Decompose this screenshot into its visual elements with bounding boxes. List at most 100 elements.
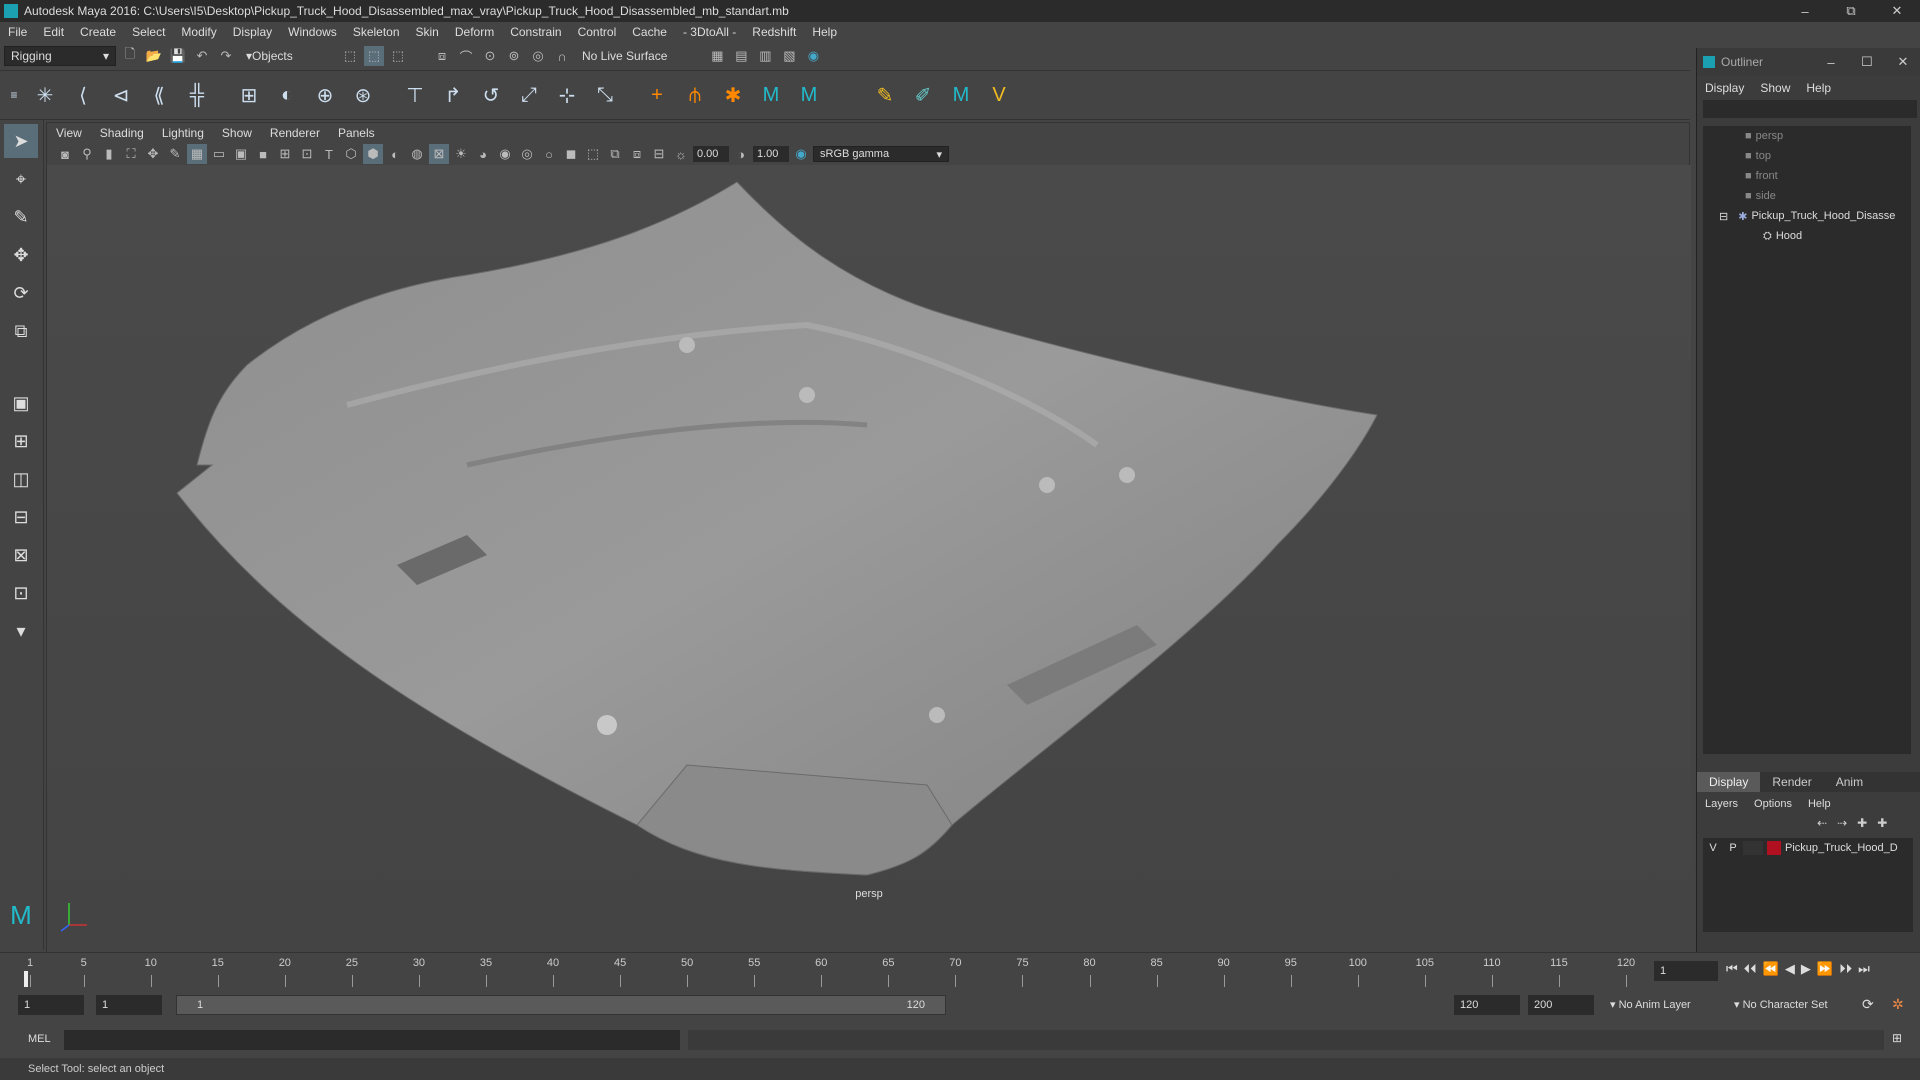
- anim-layer-dropdown[interactable]: ▾ No Anim Layer: [1610, 998, 1691, 1011]
- snap-point-icon[interactable]: ⊙: [480, 46, 500, 66]
- default-material-icon[interactable]: ◐: [385, 144, 405, 164]
- move-tool-icon[interactable]: ✥: [4, 238, 38, 272]
- snap-grid-icon[interactable]: ⧈: [432, 46, 452, 66]
- step-forward-key-icon[interactable]: ⏩: [1817, 961, 1833, 977]
- select-component-icon[interactable]: ⬚: [388, 46, 408, 66]
- new-layer-icon[interactable]: ✚: [1857, 816, 1867, 830]
- lasso-tool-icon[interactable]: ⌖: [4, 162, 38, 196]
- layer-row[interactable]: V P Pickup_Truck_Hood_D: [1703, 838, 1913, 858]
- field-chart-icon[interactable]: ⊞: [275, 144, 295, 164]
- orient-constraint-icon[interactable]: ↺: [476, 80, 506, 110]
- menu-3dtoall[interactable]: - 3DtoAll -: [675, 25, 744, 39]
- current-time-marker[interactable]: [24, 971, 28, 987]
- go-to-end-icon[interactable]: ⏭: [1858, 961, 1870, 977]
- bookmark-icon[interactable]: ▮: [99, 144, 119, 164]
- sculpt-icon[interactable]: ✐: [908, 80, 938, 110]
- step-forward-icon[interactable]: ⏵⏵: [1839, 961, 1852, 977]
- menu-windows[interactable]: Windows: [280, 25, 345, 39]
- scale-tool-icon[interactable]: ⧉: [4, 314, 38, 348]
- minimize-button[interactable]: –: [1782, 0, 1828, 22]
- outliner-item[interactable]: ⛭ Hood: [1703, 226, 1911, 246]
- live-surface-label[interactable]: No Live Surface: [576, 49, 673, 63]
- four-view-layout-icon[interactable]: ⊞: [4, 424, 38, 458]
- layer-visibility-toggle[interactable]: V: [1703, 842, 1723, 854]
- menu-create[interactable]: Create: [72, 25, 124, 39]
- persp-graph-layout-icon[interactable]: ⊟: [4, 500, 38, 534]
- vp-menu-lighting[interactable]: Lighting: [153, 126, 213, 140]
- menu-control[interactable]: Control: [570, 25, 625, 39]
- resolution-gate-icon[interactable]: ▣: [231, 144, 251, 164]
- xray-icon[interactable]: ⧉: [605, 144, 625, 164]
- viewport-panel[interactable]: View Shading Lighting Show Renderer Pane…: [46, 122, 1691, 953]
- menu-edit[interactable]: Edit: [35, 25, 72, 39]
- menu-modify[interactable]: Modify: [173, 25, 224, 39]
- layer-menu-help[interactable]: Help: [1800, 798, 1839, 810]
- open-scene-icon[interactable]: 📂: [144, 46, 164, 66]
- layer-type-toggle[interactable]: [1743, 841, 1763, 855]
- paint-weights-icon[interactable]: ✎: [870, 80, 900, 110]
- shadows-icon[interactable]: ◕: [473, 144, 493, 164]
- play-forward-icon[interactable]: ▶: [1801, 961, 1811, 977]
- locator-icon[interactable]: +: [642, 80, 672, 110]
- bind-skin-icon[interactable]: ⊞: [234, 80, 264, 110]
- menu-deform[interactable]: Deform: [447, 25, 502, 39]
- snap-view-icon[interactable]: ⊚: [504, 46, 524, 66]
- image-plane-icon[interactable]: ⛶: [121, 144, 141, 164]
- select-hierarchy-icon[interactable]: ⬚: [340, 46, 360, 66]
- magnet-icon[interactable]: ∩: [552, 46, 572, 66]
- script-editor-icon[interactable]: ⊞: [1892, 1031, 1902, 1045]
- outliner-item[interactable]: ■ top: [1703, 146, 1911, 166]
- select-mode-dropdown[interactable]: ▾ Objects: [240, 46, 336, 66]
- hik-character-icon[interactable]: M: [794, 80, 824, 110]
- wireframe-icon[interactable]: ⬡: [341, 144, 361, 164]
- range-slider[interactable]: 1 120: [176, 995, 946, 1015]
- command-input[interactable]: [64, 1030, 680, 1050]
- outliner-close-button[interactable]: ✕: [1885, 51, 1920, 73]
- scale-constraint-icon[interactable]: ⤢: [514, 80, 544, 110]
- hik-icon[interactable]: M: [756, 80, 786, 110]
- character-set-dropdown[interactable]: ▾ No Character Set: [1734, 998, 1828, 1011]
- exposure-field[interactable]: 0.00: [693, 146, 729, 162]
- safe-title-icon[interactable]: T: [319, 144, 339, 164]
- grease-pencil-icon[interactable]: ✎: [165, 144, 185, 164]
- color-space-dropdown[interactable]: sRGB gamma ▾: [813, 146, 949, 162]
- auto-key-icon[interactable]: ⟳: [1862, 996, 1874, 1013]
- outliner-search-field[interactable]: [1703, 100, 1917, 118]
- paint-select-icon[interactable]: ✎: [4, 200, 38, 234]
- insert-joint-icon[interactable]: ⟪: [144, 80, 174, 110]
- ipr-render-icon[interactable]: ▥: [755, 46, 775, 66]
- anti-aliasing-icon[interactable]: ○: [539, 144, 559, 164]
- persp-outliner-layout-icon[interactable]: ◫: [4, 462, 38, 496]
- vp-menu-renderer[interactable]: Renderer: [261, 126, 329, 140]
- collapse-icon[interactable]: ⊟: [1719, 210, 1728, 223]
- move-layer-down-icon[interactable]: ⇢: [1837, 816, 1847, 830]
- scene-start-field[interactable]: 1: [18, 995, 84, 1015]
- film-gate-icon[interactable]: ▭: [209, 144, 229, 164]
- safe-action-icon[interactable]: ⊡: [297, 144, 317, 164]
- menu-select[interactable]: Select: [124, 25, 173, 39]
- menu-display[interactable]: Display: [225, 25, 280, 39]
- joint-tool-icon[interactable]: ✳: [30, 80, 60, 110]
- hood-model[interactable]: [47, 165, 1691, 953]
- mirror-joint-icon[interactable]: ╬: [182, 80, 212, 110]
- save-scene-icon[interactable]: 💾: [168, 46, 188, 66]
- ik-handle-icon[interactable]: ⟨: [68, 80, 98, 110]
- redo-icon[interactable]: ↷: [216, 46, 236, 66]
- vp-menu-panels[interactable]: Panels: [329, 126, 384, 140]
- menu-skin[interactable]: Skin: [408, 25, 447, 39]
- set-key-icon[interactable]: ✱: [718, 80, 748, 110]
- key-tangent-icon[interactable]: ⫛: [680, 80, 710, 110]
- point-constraint-icon[interactable]: ⊤: [400, 80, 430, 110]
- layer-menu-options[interactable]: Options: [1746, 798, 1800, 810]
- vp-menu-shading[interactable]: Shading: [91, 126, 153, 140]
- gamma-field[interactable]: 1.00: [753, 146, 789, 162]
- menu-constrain[interactable]: Constrain: [502, 25, 569, 39]
- playback-end-field[interactable]: 120: [1454, 995, 1520, 1015]
- textured-icon[interactable]: ◍: [407, 144, 427, 164]
- hypershade-layout-icon[interactable]: ⊠: [4, 538, 38, 572]
- maya-m-icon[interactable]: M: [946, 80, 976, 110]
- vp-menu-show[interactable]: Show: [213, 126, 261, 140]
- step-back-key-icon[interactable]: ⏪: [1763, 961, 1779, 977]
- restore-button[interactable]: ⧉: [1828, 0, 1874, 22]
- layer-playback-toggle[interactable]: P: [1723, 842, 1743, 854]
